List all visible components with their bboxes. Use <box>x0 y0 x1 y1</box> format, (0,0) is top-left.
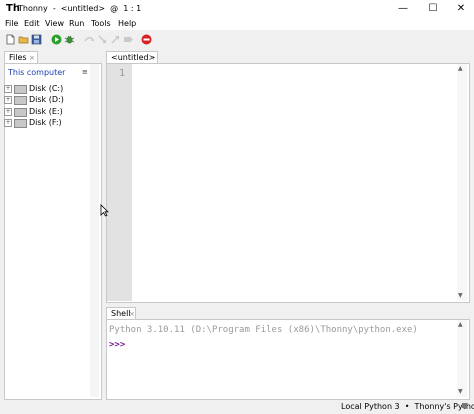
mouse-cursor-icon <box>100 204 109 217</box>
minimize-button[interactable]: — <box>388 0 418 18</box>
expand-icon[interactable]: + <box>4 85 12 93</box>
close-button[interactable]: ✕ <box>446 0 474 18</box>
disk-label: Disk (F:) <box>29 118 62 127</box>
line-number-gutter <box>107 64 132 301</box>
disk-row[interactable]: + Disk (F:) <box>4 117 90 128</box>
step-out-icon[interactable] <box>110 34 121 45</box>
tab-files-label: Files <box>9 53 27 62</box>
drive-icon <box>14 108 27 117</box>
tab-shell-label: Shell <box>111 309 131 318</box>
scroll-down-icon[interactable]: ▼ <box>458 292 463 300</box>
menu-tools[interactable]: Tools <box>91 19 111 29</box>
resume-icon[interactable] <box>123 34 134 45</box>
expand-icon[interactable]: + <box>4 96 12 104</box>
shell-version-text: Python 3.10.11 (D:\Program Files (x86)\T… <box>109 325 418 335</box>
line-number: 1 <box>119 68 126 79</box>
files-scrollbar[interactable] <box>90 64 99 397</box>
shell-prompt: >>> <box>109 340 126 350</box>
expand-icon[interactable]: + <box>4 108 12 116</box>
editor-scrollbar[interactable]: ▲ ▼ <box>457 64 467 301</box>
menu-view[interactable]: View <box>45 19 64 29</box>
run-icon[interactable] <box>51 34 62 45</box>
menu-file[interactable]: File <box>5 19 18 29</box>
menu-bar: File Edit View Run Tools Help <box>0 18 474 30</box>
resize-grip-icon[interactable] <box>462 403 467 408</box>
close-shell-tab-icon[interactable]: × <box>129 309 135 319</box>
disk-row[interactable]: + Disk (E:) <box>4 106 90 117</box>
disk-label: Disk (E:) <box>29 107 63 116</box>
drive-icon <box>14 85 27 94</box>
maximize-button[interactable]: ☐ <box>418 0 448 18</box>
close-editor-tab-icon[interactable]: × <box>149 53 155 63</box>
toolbar <box>0 30 474 50</box>
drive-icon <box>14 119 27 128</box>
disk-label: Disk (D:) <box>29 95 64 104</box>
debug-icon[interactable] <box>64 34 75 45</box>
scroll-down-icon[interactable]: ▼ <box>458 388 463 396</box>
menu-help[interactable]: Help <box>118 19 136 29</box>
shell-scrollbar[interactable]: ▲ ▼ <box>457 320 467 397</box>
code-editor[interactable] <box>106 63 470 303</box>
disk-row[interactable]: + Disk (D:) <box>4 94 90 105</box>
close-files-tab-icon[interactable]: × <box>29 53 35 63</box>
this-computer-link[interactable]: This computer <box>8 68 65 78</box>
drive-icon <box>14 96 27 105</box>
scroll-up-icon[interactable]: ▲ <box>458 65 463 73</box>
stop-icon[interactable] <box>141 34 152 45</box>
save-icon[interactable] <box>31 34 42 45</box>
step-over-icon[interactable] <box>84 34 95 45</box>
disk-row[interactable]: + Disk (C:) <box>4 83 90 94</box>
menu-run[interactable]: Run <box>69 19 84 29</box>
scroll-up-icon[interactable]: ▲ <box>458 321 463 329</box>
window-title: Thonny - <untitled> @ 1 : 1 <box>18 4 142 13</box>
menu-edit[interactable]: Edit <box>24 19 40 29</box>
new-file-icon[interactable] <box>5 34 16 45</box>
interpreter-selector[interactable]: Local Python 3 • Thonny's Python <box>341 402 474 412</box>
open-file-icon[interactable] <box>18 34 29 45</box>
step-into-icon[interactable] <box>97 34 108 45</box>
expand-icon[interactable]: + <box>4 119 12 127</box>
files-menu-icon[interactable]: ≡ <box>82 67 88 77</box>
disk-label: Disk (C:) <box>29 84 64 93</box>
